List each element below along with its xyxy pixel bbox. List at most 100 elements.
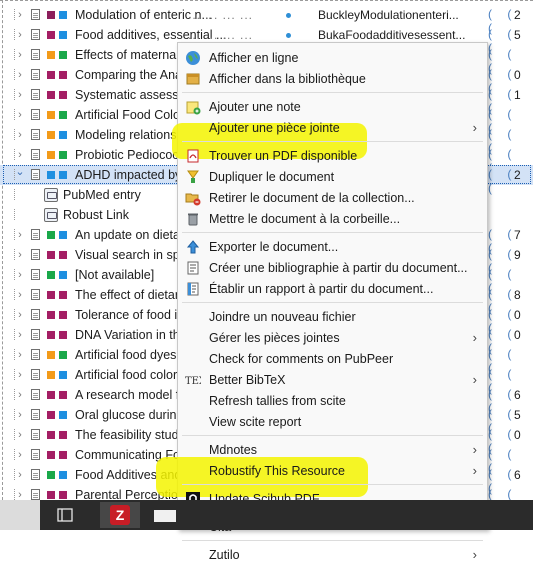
tag-color-square (47, 131, 55, 139)
chevron-right-icon[interactable]: › (15, 228, 25, 242)
taskbar-zotero-app[interactable]: Z (100, 502, 140, 528)
chevron-right-icon[interactable]: › (15, 348, 25, 362)
menu-item-afficher-dans-la-bibliotheque[interactable]: Afficher dans la bibliothèque (178, 68, 487, 89)
chevron-right-icon[interactable]: › (15, 108, 25, 122)
tag-color-square (47, 151, 55, 159)
list-border-top (0, 0, 533, 1)
tag-color-square (47, 331, 55, 339)
chevron-right-icon[interactable]: › (15, 388, 25, 402)
chevron-right-icon[interactable]: › (15, 368, 25, 382)
document-icon (31, 269, 40, 280)
menu-separator (182, 141, 483, 142)
menu-item-check-for-comments-on-pubpeer[interactable]: Check for comments on PubPeer (178, 348, 487, 369)
chevron-right-icon[interactable]: › (15, 488, 25, 500)
tag-color-square (47, 91, 55, 99)
attachment-title: Robust Link (63, 208, 130, 222)
tag-color-square (47, 391, 55, 399)
chevron-right-icon: › (472, 372, 477, 387)
document-icon (31, 149, 40, 160)
menu-item-mettre-le-document-a-la-corbeille[interactable]: Mettre le document à la corbeille... (178, 208, 487, 229)
menu-item-label: Gérer les pièces jointes (209, 331, 340, 345)
item-title: [Not available] (75, 268, 155, 282)
chevron-right-icon: › (472, 547, 477, 562)
chevron-right-icon[interactable]: › (15, 268, 25, 282)
taskbar-partial-app[interactable] (150, 502, 176, 528)
webpage-attachment-icon (44, 208, 58, 222)
chevron-right-icon[interactable]: › (15, 48, 25, 62)
menu-item-gerer-les-pieces-jointes[interactable]: Gérer les pièces jointes › (178, 327, 487, 348)
column-markers: ( ( ( (488, 487, 518, 500)
menu-item-afficher-en-ligne[interactable]: Afficher en ligne (178, 47, 487, 68)
document-icon (31, 449, 40, 460)
menu-item-refresh-tallies-from-scite[interactable]: Refresh tallies from scite (178, 390, 487, 411)
menu-item-better-bibtex[interactable]: TEX Better BibTeX › (178, 369, 487, 390)
item-count: 9 (514, 248, 521, 262)
tag-color-square (47, 251, 55, 259)
menu-item-zutilo[interactable]: Zutilo › (178, 544, 487, 565)
tag-color-square (47, 11, 55, 19)
menu-item-exporter-le-document[interactable]: Exporter le document... (178, 236, 487, 257)
menu-item-ajouter-une-piece-jointe[interactable]: Ajouter une pièce jointe › (178, 117, 487, 138)
item-count: 5 (514, 28, 521, 42)
chevron-down-icon[interactable]: ⌄ (15, 165, 25, 179)
item-filename: BukaFoodadditivesessent... (318, 28, 466, 42)
chevron-right-icon: › (472, 330, 477, 345)
menu-item-creer-une-bibliographie-a-partir-du-document[interactable]: Créer une bibliographie à partir du docu… (178, 257, 487, 278)
item-creator: ... ... ... ... (188, 8, 254, 22)
chevron-right-icon[interactable]: › (15, 28, 25, 42)
tag-color-square (59, 271, 67, 279)
menu-item-dupliquer-le-document[interactable]: Dupliquer le document (178, 166, 487, 187)
tag-color-square (59, 51, 67, 59)
chevron-right-icon[interactable]: › (15, 448, 25, 462)
chevron-right-icon[interactable]: › (15, 468, 25, 482)
tag-color-square (59, 231, 67, 239)
svg-text:Z: Z (116, 507, 125, 523)
menu-item-label: Robustify This Resource (209, 464, 345, 478)
chevron-right-icon[interactable]: › (15, 328, 25, 342)
document-icon (31, 469, 40, 480)
tex-icon: TEX (185, 372, 207, 388)
window-app-icon (154, 510, 176, 522)
chevron-right-icon[interactable]: › (15, 408, 25, 422)
chevron-right-icon[interactable]: › (15, 8, 25, 22)
menu-item-label: Dupliquer le document (209, 170, 335, 184)
document-icon (31, 369, 40, 380)
tag-color-square (59, 11, 67, 19)
menu-item-mdnotes[interactable]: Mdnotes › (178, 439, 487, 460)
tree-guide (5, 149, 15, 160)
menu-item-retirer-le-document-de-la-collection[interactable]: Retirer le document de la collection... (178, 187, 487, 208)
item-title: Artificial food dyes ... (75, 348, 191, 362)
taskbar-sidebar-app[interactable] (50, 502, 80, 528)
menu-item-label: View scite report (209, 415, 302, 429)
item-row[interactable]: › Modulation of enteric n...... ... ... .… (0, 5, 533, 35)
tree-guide (5, 309, 15, 320)
document-icon (31, 129, 40, 140)
menu-item-robustify-this-resource[interactable]: Robustify This Resource › (178, 460, 487, 481)
chevron-right-icon[interactable]: › (15, 148, 25, 162)
menu-item-view-scite-report[interactable]: View scite report (178, 411, 487, 432)
tag-color-square (47, 71, 55, 79)
menu-item-label: Ajouter une note (209, 100, 301, 114)
chevron-right-icon[interactable]: › (15, 248, 25, 262)
attachment-dot-icon (286, 13, 291, 18)
menu-item-trouver-un-pdf-disponible[interactable]: Trouver un PDF disponible (178, 145, 487, 166)
taskbar: Z (0, 500, 533, 530)
tree-guide (5, 169, 15, 180)
tree-guide (5, 269, 15, 280)
menu-item-etablir-un-rapport-a-partir-du-document[interactable]: Établir un rapport à partir du document.… (178, 278, 487, 299)
tag-color-square (47, 351, 55, 359)
chevron-right-icon[interactable]: › (15, 68, 25, 82)
document-icon (31, 9, 40, 20)
menu-item-joindre-un-nouveau-fichier[interactable]: Joindre un nouveau fichier (178, 306, 487, 327)
chevron-right-icon[interactable]: › (15, 128, 25, 142)
document-icon (31, 349, 40, 360)
chevron-right-icon[interactable]: › (15, 288, 25, 302)
chevron-right-icon[interactable]: › (15, 88, 25, 102)
context-menu[interactable]: Afficher en ligne Afficher dans la biblio… (156, 42, 488, 562)
menu-item-ajouter-une-note[interactable]: Ajouter une note (178, 96, 487, 117)
item-count: 2 (514, 168, 521, 182)
tag-color-square (47, 291, 55, 299)
chevron-right-icon[interactable]: › (15, 308, 25, 322)
document-icon (31, 309, 40, 320)
chevron-right-icon[interactable]: › (15, 428, 25, 442)
